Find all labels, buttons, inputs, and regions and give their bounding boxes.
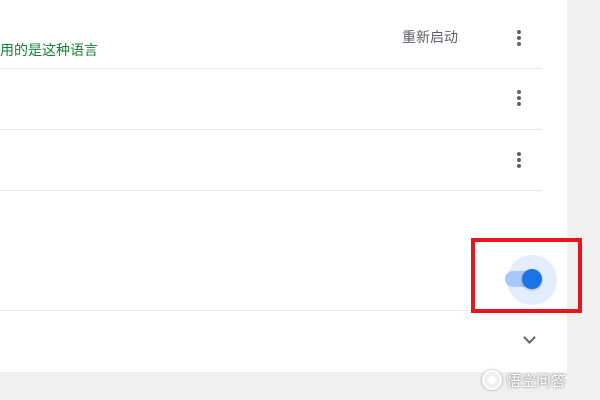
watermark-text: 悟空问答 [506,371,567,390]
language-status-text: 用的是这种语言 [0,43,98,59]
watermark: 悟空问答 [482,368,566,392]
watermark-logo-icon [482,370,502,390]
restart-button[interactable]: 重新启动 [390,24,470,52]
language-more-button-2[interactable] [507,86,531,110]
more-vert-icon [517,152,521,156]
row-divider [0,68,542,69]
page-background [567,0,600,400]
more-vert-icon [517,90,521,94]
language-more-button[interactable] [507,26,531,50]
more-vert-icon [517,30,521,34]
row-divider [0,190,542,191]
expand-section-button[interactable] [518,329,542,353]
row-divider [0,129,542,130]
settings-card: 用的是这种语言 重新启动 [0,0,567,372]
chevron-down-icon [523,331,536,344]
annotation-highlight-box [471,238,582,313]
language-more-button-3[interactable] [507,148,531,172]
